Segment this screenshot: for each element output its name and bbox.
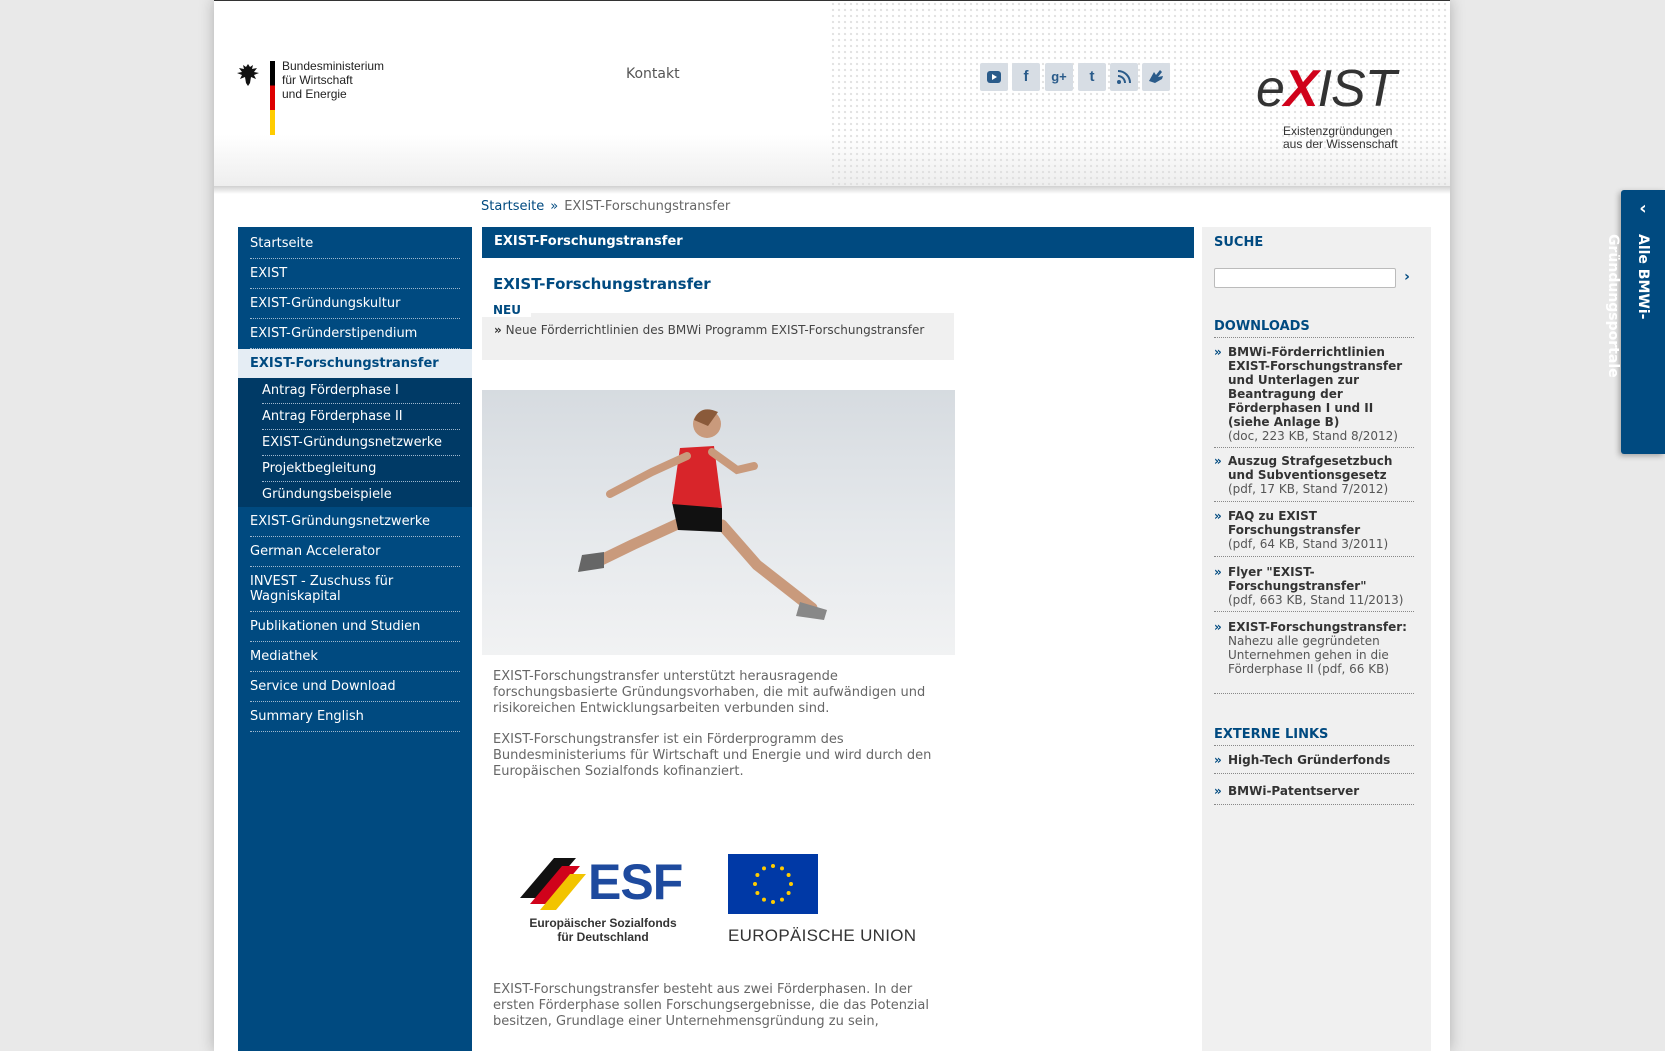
- bmwi-logo[interactable]: Bundesministerium für Wirtschaft und Ene…: [234, 59, 394, 137]
- breadcrumb: Startseite » EXIST-Forschungstransfer: [481, 199, 730, 214]
- nav-item-publikationen[interactable]: Publikationen und Studien: [250, 612, 460, 642]
- eu-logo: EUROPÄISCHE UNION: [728, 854, 928, 950]
- page: Bundesministerium für Wirtschaft und Ene…: [214, 0, 1450, 1051]
- subnav: Antrag Förderphase I Antrag Förderphase …: [238, 378, 472, 507]
- rss-icon[interactable]: [1110, 63, 1138, 91]
- news-label: NEU: [482, 301, 531, 317]
- subnav-item-gruendungsnetzwerke[interactable]: EXIST-Gründungsnetzwerke: [262, 430, 460, 456]
- esf-logo: ESF Europäischer Sozialfonds für Deutsch…: [518, 854, 688, 950]
- nav-item-gruendungsnetzwerke[interactable]: EXIST-Gründungsnetzwerke: [250, 507, 460, 537]
- external-link-item[interactable]: » BMWi-Patentserver: [1214, 784, 1414, 798]
- nav-item-startseite[interactable]: Startseite: [250, 229, 460, 259]
- main-title-bar: EXIST-Forschungstransfer: [482, 227, 1194, 258]
- main-content: EXIST-Forschungstransfer EXIST-Forschung…: [482, 227, 1194, 1029]
- intro-paragraph-2: EXIST-Forschungstransfer ist ein Förderp…: [493, 732, 932, 779]
- subnav-item-gruendungsbeispiele[interactable]: Gründungsbeispiele: [262, 482, 460, 507]
- nav-item-gruenderstipendium[interactable]: EXIST-Gründerstipendium: [250, 319, 460, 349]
- esf-caption-1: Europäischer Sozialfonds: [529, 916, 677, 930]
- eagle-icon: [237, 64, 259, 86]
- esf-caption-2: für Deutschland: [557, 930, 649, 944]
- intro-paragraph-3: EXIST-Forschungstransfer besteht aus zwe…: [493, 982, 929, 1029]
- right-sidebar: SUCHE › DOWNLOADS » BMWi-Förderrichtlini…: [1202, 227, 1431, 1051]
- ministry-name-line-2: für Wirtschaft: [282, 73, 353, 87]
- breadcrumb-separator: »: [550, 199, 559, 214]
- subnav-item-projektbegleitung[interactable]: Projektbegleitung: [262, 456, 460, 482]
- nav-item-mediathek[interactable]: Mediathek: [250, 642, 460, 672]
- intro-paragraph-1: EXIST-Forschungstransfer unterstützt her…: [493, 669, 926, 716]
- googleplus-icon[interactable]: g+: [1045, 63, 1073, 91]
- news-link[interactable]: » Neue Förderrichtlinien des BMWi Progra…: [494, 323, 934, 337]
- sign-language-icon[interactable]: [1142, 63, 1170, 91]
- left-navigation: Startseite EXIST EXIST-Gründungskultur E…: [238, 227, 472, 1051]
- exist-logo[interactable]: eXIST Existenzgründungen aus der Wissens…: [1256, 59, 1416, 159]
- nav-item-german-accelerator[interactable]: German Accelerator: [250, 537, 460, 567]
- nav-item-invest[interactable]: INVEST - Zuschuss für Wagniskapital: [250, 567, 460, 612]
- downloads-heading: DOWNLOADS: [1214, 319, 1310, 334]
- nav-item-gruendungskultur[interactable]: EXIST-Gründungskultur: [250, 289, 460, 319]
- external-links-heading: EXTERNE LINKS: [1214, 727, 1329, 742]
- nav-item-forschungstransfer-active[interactable]: EXIST-Forschungstransfer: [238, 349, 472, 378]
- side-tab-label: Alle BMWi-Gründungsportale: [1605, 234, 1651, 378]
- nav-item-service-download[interactable]: Service und Download: [250, 672, 460, 702]
- german-flag-stripe: [270, 61, 275, 135]
- youtube-icon[interactable]: [980, 63, 1008, 91]
- download-item[interactable]: » EXIST-Forschungstransfer: Nahezu alle g…: [1214, 620, 1414, 676]
- hero-image-runner: [482, 390, 955, 655]
- download-item[interactable]: » FAQ zu EXIST Forschungstransfer (pdf, 6…: [1214, 509, 1414, 551]
- page-title: EXIST-Forschungstransfer: [493, 275, 711, 293]
- kontakt-link[interactable]: Kontakt: [626, 66, 680, 82]
- header: Bundesministerium für Wirtschaft und Ene…: [214, 1, 1450, 192]
- breadcrumb-current: EXIST-Forschungstransfer: [564, 199, 731, 214]
- external-link-item[interactable]: » High-Tech Gründerfonds: [1214, 753, 1414, 767]
- eu-flag-icon: [728, 854, 818, 914]
- exist-wordmark: eXIST: [1256, 60, 1397, 118]
- download-item[interactable]: » Flyer "EXIST-Forschungstransfer" (pdf, …: [1214, 565, 1414, 607]
- nav-item-summary-english[interactable]: Summary English: [250, 702, 460, 732]
- search-submit-button[interactable]: ›: [1399, 267, 1415, 287]
- ministry-name-line-3: und Energie: [282, 87, 347, 101]
- esf-wordmark: ESF: [588, 854, 683, 910]
- download-item[interactable]: » Auszug Strafgesetzbuch und Subventions…: [1214, 454, 1414, 496]
- subnav-item-antrag-phase-1[interactable]: Antrag Förderphase I: [262, 378, 460, 404]
- download-item[interactable]: » BMWi-Förderrichtlinien EXIST-Forschung…: [1214, 345, 1414, 443]
- news-box: NEU » Neue Förderrichtlinien des BMWi Pr…: [482, 301, 954, 360]
- nav-item-exist[interactable]: EXIST: [250, 259, 460, 289]
- search-heading: SUCHE: [1214, 235, 1264, 250]
- ministry-name-line-1: Bundesministerium: [282, 59, 385, 73]
- chevron-left-icon: ‹: [1639, 198, 1647, 219]
- facebook-icon[interactable]: f: [1012, 63, 1040, 91]
- eu-caption: EUROPÄISCHE UNION: [728, 926, 917, 945]
- twitter-icon[interactable]: t: [1078, 63, 1106, 91]
- breadcrumb-home-link[interactable]: Startseite: [481, 199, 544, 214]
- subnav-item-antrag-phase-2[interactable]: Antrag Förderphase II: [262, 404, 460, 430]
- exist-subtitle-2: aus der Wissenschaft: [1283, 137, 1398, 151]
- all-portals-side-tab[interactable]: ‹ Alle BMWi-Gründungsportale: [1605, 190, 1665, 454]
- search-input[interactable]: [1214, 268, 1396, 288]
- funding-logos: ESF Europäischer Sozialfonds für Deutsch…: [518, 844, 938, 954]
